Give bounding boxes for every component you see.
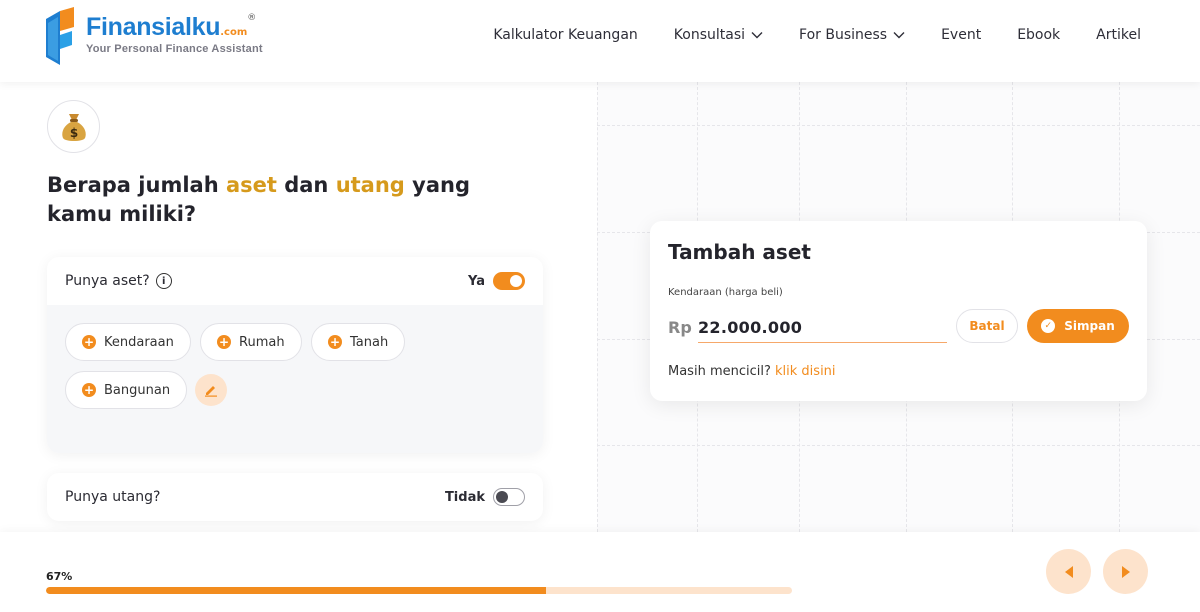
plus-icon: + bbox=[217, 335, 231, 349]
next-button[interactable] bbox=[1103, 549, 1148, 594]
aset-card: Punya aset? i Ya + Kendaraan + Rumah + T… bbox=[47, 257, 543, 453]
tambah-aset-modal: Tambah aset Kendaraan (harga beli) Rp 22… bbox=[650, 221, 1147, 401]
utang-toggle[interactable] bbox=[493, 488, 525, 506]
nav-kalkulator-keuangan[interactable]: Kalkulator Keuangan bbox=[493, 27, 637, 43]
chip-tanah[interactable]: + Tanah bbox=[311, 323, 406, 361]
nav-artikel[interactable]: Artikel bbox=[1096, 27, 1141, 43]
save-button[interactable]: ✓ Simpan bbox=[1027, 309, 1129, 343]
toggle-knob bbox=[496, 491, 508, 503]
progress-percent: 67% bbox=[46, 570, 73, 583]
logo-name: Finansialku bbox=[86, 13, 221, 41]
chevron-down-icon bbox=[893, 32, 905, 39]
utang-toggle-wrap: Tidak bbox=[445, 488, 525, 506]
aset-toggle[interactable] bbox=[493, 272, 525, 290]
pencil-icon bbox=[205, 386, 217, 397]
chip-label: Kendaraan bbox=[104, 334, 174, 350]
nav-label: Artikel bbox=[1096, 27, 1141, 43]
info-icon[interactable]: i bbox=[155, 273, 172, 289]
nav-label: For Business bbox=[799, 27, 888, 43]
aset-card-header: Punya aset? i Ya bbox=[47, 257, 543, 305]
grid-line bbox=[597, 445, 1200, 446]
question-highlight-utang: utang bbox=[335, 173, 405, 197]
amount-input[interactable]: 22.000.000 bbox=[698, 318, 802, 337]
nav-label: Event bbox=[941, 27, 982, 43]
page-question: Berapa jumlah aset dan utang yang kamu m… bbox=[47, 171, 527, 229]
nav-label: Ebook bbox=[1017, 27, 1061, 43]
plus-icon: + bbox=[328, 335, 342, 349]
grid-line bbox=[597, 125, 1200, 126]
money-bag-icon: $ bbox=[61, 113, 86, 141]
chevron-down-icon bbox=[751, 32, 763, 39]
utang-card: Punya utang? Tidak bbox=[47, 473, 543, 521]
progress-fill bbox=[46, 587, 546, 594]
header: Finansialku.com ® Your Personal Finance A… bbox=[0, 0, 1200, 82]
nav-ebook[interactable]: Ebook bbox=[1017, 27, 1060, 43]
chip-label: Tanah bbox=[350, 334, 389, 350]
footer-progress-bar: 67% bbox=[0, 532, 1200, 612]
prev-button[interactable] bbox=[1046, 549, 1091, 594]
mencicil-line: Masih mencicil? klik disini bbox=[668, 364, 836, 379]
aset-toggle-wrap: Ya bbox=[468, 272, 525, 290]
logo-com: .com bbox=[220, 27, 248, 38]
logo-tagline: Your Personal Finance Assistant bbox=[86, 43, 263, 55]
svg-text:$: $ bbox=[69, 126, 77, 140]
plus-icon: + bbox=[82, 335, 96, 349]
nav-label: Konsultasi bbox=[673, 27, 746, 43]
currency-prefix: Rp bbox=[668, 318, 692, 337]
aset-card-title-wrap: Punya aset? i bbox=[65, 273, 172, 289]
mencicil-text: Masih mencicil? bbox=[668, 364, 771, 379]
aset-card-title: Punya aset? bbox=[65, 273, 150, 289]
amount-input-underline bbox=[698, 342, 947, 343]
nav-label: Kalkulator Keuangan bbox=[493, 27, 638, 43]
field-label: Kendaraan (harga beli) bbox=[668, 287, 783, 298]
utang-toggle-label: Tidak bbox=[444, 489, 485, 505]
grid-line bbox=[597, 82, 598, 532]
aset-toggle-label: Ya bbox=[468, 273, 485, 289]
question-highlight-aset: aset bbox=[225, 173, 277, 197]
nav-for-business[interactable]: For Business bbox=[799, 27, 905, 43]
main-nav: Kalkulator Keuangan Konsultasi For Busin… bbox=[493, 27, 1200, 43]
moneybag-icon-badge: $ bbox=[47, 100, 100, 153]
aset-card-body: + Kendaraan + Rumah + Tanah + Bangunan bbox=[47, 305, 543, 453]
utang-card-header: Punya utang? Tidak bbox=[47, 473, 543, 521]
progress-track bbox=[46, 587, 792, 594]
edit-button[interactable] bbox=[195, 374, 227, 406]
nav-event[interactable]: Event bbox=[941, 27, 981, 43]
toggle-knob bbox=[510, 275, 522, 287]
finansialku-logo[interactable]: Finansialku.com ® Your Personal Finance A… bbox=[46, 7, 263, 69]
chip-label: Rumah bbox=[239, 334, 285, 350]
logo-mark-icon bbox=[46, 7, 74, 65]
check-icon: ✓ bbox=[1041, 319, 1056, 333]
nav-konsultasi[interactable]: Konsultasi bbox=[674, 27, 763, 43]
question-text: dan bbox=[276, 173, 336, 197]
question-text: Berapa jumlah bbox=[47, 173, 226, 197]
chip-bangunan[interactable]: + Bangunan bbox=[65, 371, 188, 409]
modal-title: Tambah aset bbox=[668, 240, 811, 264]
chip-kendaraan[interactable]: + Kendaraan bbox=[65, 323, 191, 361]
plus-icon: + bbox=[82, 383, 96, 397]
cancel-button[interactable]: Batal bbox=[956, 309, 1018, 343]
utang-card-title-wrap: Punya utang? bbox=[65, 489, 160, 505]
save-button-label: Simpan bbox=[1064, 319, 1115, 333]
arrow-left-icon bbox=[1064, 565, 1073, 578]
chip-rumah[interactable]: + Rumah bbox=[200, 323, 302, 361]
chip-label: Bangunan bbox=[104, 382, 171, 398]
utang-card-title: Punya utang? bbox=[65, 489, 161, 505]
arrow-right-icon bbox=[1121, 565, 1130, 578]
logo-registered: ® bbox=[247, 13, 257, 23]
klik-disini-link[interactable]: klik disini bbox=[775, 364, 836, 379]
